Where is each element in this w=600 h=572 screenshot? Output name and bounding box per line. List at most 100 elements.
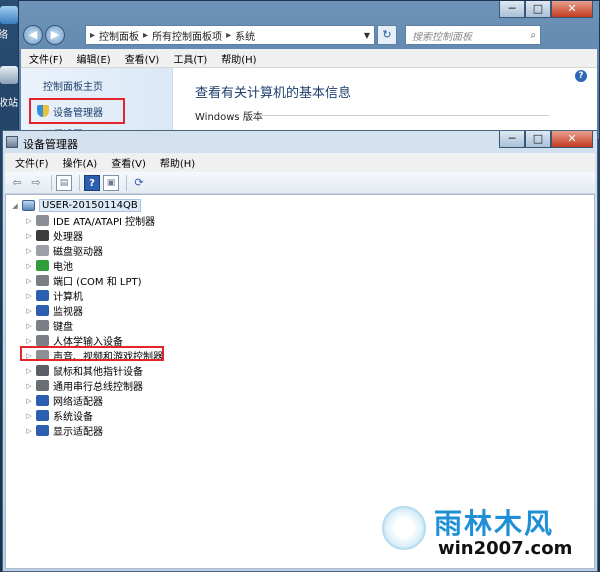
brand-logo-icon	[380, 504, 428, 552]
expand-icon[interactable]: ▷	[24, 382, 34, 390]
search-placeholder: 搜索控制面板	[412, 31, 472, 43]
menu-view[interactable]: 查看(V)	[125, 51, 160, 66]
help-icon[interactable]: ?	[84, 174, 100, 191]
breadcrumb-system[interactable]: 系统	[235, 28, 255, 43]
toolbar-divider	[51, 174, 52, 191]
minimize-button[interactable]: ─	[499, 1, 525, 18]
device-icon	[36, 380, 49, 391]
tree-root[interactable]: ◢ USER-20150114QB	[10, 198, 141, 213]
view-icon[interactable]: ▣	[103, 174, 119, 191]
device-category-label: 网络适配器	[53, 397, 103, 408]
search-input[interactable]: 搜索控制面板 ⌕	[405, 25, 541, 45]
refresh-button[interactable]: ↻	[377, 25, 397, 45]
menu-tools[interactable]: 工具(T)	[173, 51, 207, 66]
desktop-icon-label: 收站	[0, 98, 18, 109]
toolbar: ⇦ ⇨ ▤ ? ▣ ⟳	[5, 172, 595, 194]
back-arrow-icon[interactable]: ⇦	[9, 175, 25, 191]
close-button[interactable]: ✕	[551, 1, 593, 18]
device-category[interactable]: ▷ 显示适配器	[24, 423, 103, 438]
device-icon	[36, 305, 49, 316]
sidebar-item-device-manager[interactable]: 设备管理器	[29, 98, 125, 124]
device-icon	[36, 230, 49, 241]
menu-file[interactable]: 文件(F)	[29, 51, 63, 66]
device-icon	[36, 245, 49, 256]
back-button[interactable]: ◀	[23, 25, 43, 45]
address-separator: ▸	[90, 29, 96, 41]
device-category-label: 计算机	[53, 292, 83, 303]
device-category-label: 处理器	[53, 232, 83, 243]
sidebar-item-home[interactable]: 控制面板主页	[43, 78, 103, 93]
forward-arrow-icon[interactable]: ⇨	[28, 175, 44, 191]
device-category[interactable]: ▷ 键盘	[24, 318, 73, 333]
maximize-button[interactable]: □	[525, 131, 551, 148]
search-icon: ⌕	[530, 29, 536, 41]
desktop-recycle-bin-icon[interactable]: 收站	[0, 66, 20, 109]
collapse-icon[interactable]: ◢	[10, 202, 20, 210]
expand-icon[interactable]: ▷	[24, 367, 34, 375]
device-category[interactable]: ▷ 监视器	[24, 303, 83, 318]
menu-bar: 文件(F) 操作(A) 查看(V) 帮助(H)	[5, 153, 595, 172]
properties-icon[interactable]: ▤	[56, 174, 72, 191]
device-category[interactable]: ▷ 磁盘驱动器	[24, 243, 103, 258]
chevron-down-icon[interactable]: ▼	[360, 31, 374, 40]
expand-icon[interactable]: ▷	[24, 307, 34, 315]
device-category[interactable]: ▷ 网络适配器	[24, 393, 103, 408]
device-category[interactable]: ▷ 鼠标和其他指针设备	[24, 363, 143, 378]
breadcrumb-control-panel[interactable]: 控制面板	[99, 28, 139, 43]
expand-icon[interactable]: ▷	[24, 247, 34, 255]
expand-icon[interactable]: ▷	[24, 292, 34, 300]
device-category-label: 端口 (COM 和 LPT)	[53, 277, 142, 288]
computer-icon	[22, 200, 35, 211]
expand-icon[interactable]: ▷	[24, 337, 34, 345]
device-category[interactable]: ▷ 通用串行总线控制器	[24, 378, 143, 393]
expand-icon[interactable]: ▷	[24, 232, 34, 240]
device-category[interactable]: ▷ 端口 (COM 和 LPT)	[24, 273, 142, 288]
menu-file[interactable]: 文件(F)	[15, 155, 49, 170]
expand-icon[interactable]: ▷	[24, 277, 34, 285]
expand-icon[interactable]: ▷	[24, 262, 34, 270]
device-category-label: 磁盘驱动器	[53, 247, 103, 258]
expand-icon[interactable]: ▷	[24, 322, 34, 330]
menu-action[interactable]: 操作(A)	[63, 155, 98, 170]
menu-view[interactable]: 查看(V)	[111, 155, 146, 170]
expand-icon[interactable]: ▷	[24, 427, 34, 435]
help-icon[interactable]: ?	[575, 70, 587, 82]
device-category[interactable]: ▷ 处理器	[24, 228, 83, 243]
watermark-url: win2007.com	[438, 538, 573, 559]
title-bar[interactable]: 设备管理器 ─ □ ✕	[3, 131, 597, 153]
address-row: ◀ ▶ ▸ 控制面板 ▸ 所有控制面板项 ▸ 系统 ▼ ↻ 搜索控制面板 ⌕	[23, 24, 593, 46]
forward-button[interactable]: ▶	[45, 25, 65, 45]
breadcrumb-all-items[interactable]: 所有控制面板项	[152, 28, 222, 43]
menu-help[interactable]: 帮助(H)	[160, 155, 195, 170]
watermark: 雨林木风 win2007.com	[380, 500, 590, 566]
device-icon	[36, 395, 49, 406]
device-category[interactable]: ▷ 电池	[24, 258, 73, 273]
control-panel-window: ─ □ ✕ ◀ ▶ ▸ 控制面板 ▸ 所有控制面板项 ▸ 系统 ▼ ↻ 搜索控制…	[18, 0, 600, 141]
expand-icon[interactable]: ▷	[24, 217, 34, 225]
device-icon	[36, 335, 49, 346]
device-category[interactable]: ▷ 系统设备	[24, 408, 93, 423]
page-title: 查看有关计算机的基本信息	[195, 86, 352, 101]
menu-bar: 文件(F) 编辑(E) 查看(V) 工具(T) 帮助(H)	[21, 49, 597, 68]
device-category[interactable]: ▷ 计算机	[24, 288, 83, 303]
expand-icon[interactable]: ▷	[24, 397, 34, 405]
highlight-box	[20, 346, 164, 361]
device-icon	[36, 275, 49, 286]
maximize-button[interactable]: □	[525, 1, 551, 18]
menu-edit[interactable]: 编辑(E)	[77, 51, 111, 66]
menu-help[interactable]: 帮助(H)	[221, 51, 256, 66]
toolbar-divider	[126, 174, 127, 191]
watermark-brand: 雨林木风	[434, 507, 555, 540]
close-button[interactable]: ✕	[551, 131, 593, 148]
device-category[interactable]: ▷ IDE ATA/ATAPI 控制器	[24, 213, 155, 228]
address-bar[interactable]: ▸ 控制面板 ▸ 所有控制面板项 ▸ 系统 ▼	[85, 25, 375, 45]
address-separator: ▸	[226, 29, 232, 41]
device-icon	[36, 410, 49, 421]
scan-hardware-icon[interactable]: ⟳	[131, 175, 147, 191]
minimize-button[interactable]: ─	[499, 131, 525, 148]
device-category-label: 系统设备	[53, 412, 93, 423]
expand-icon[interactable]: ▷	[24, 412, 34, 420]
desktop-network-icon[interactable]: 络	[0, 6, 20, 41]
device-category-label: 显示适配器	[53, 427, 103, 438]
device-icon	[36, 215, 49, 226]
